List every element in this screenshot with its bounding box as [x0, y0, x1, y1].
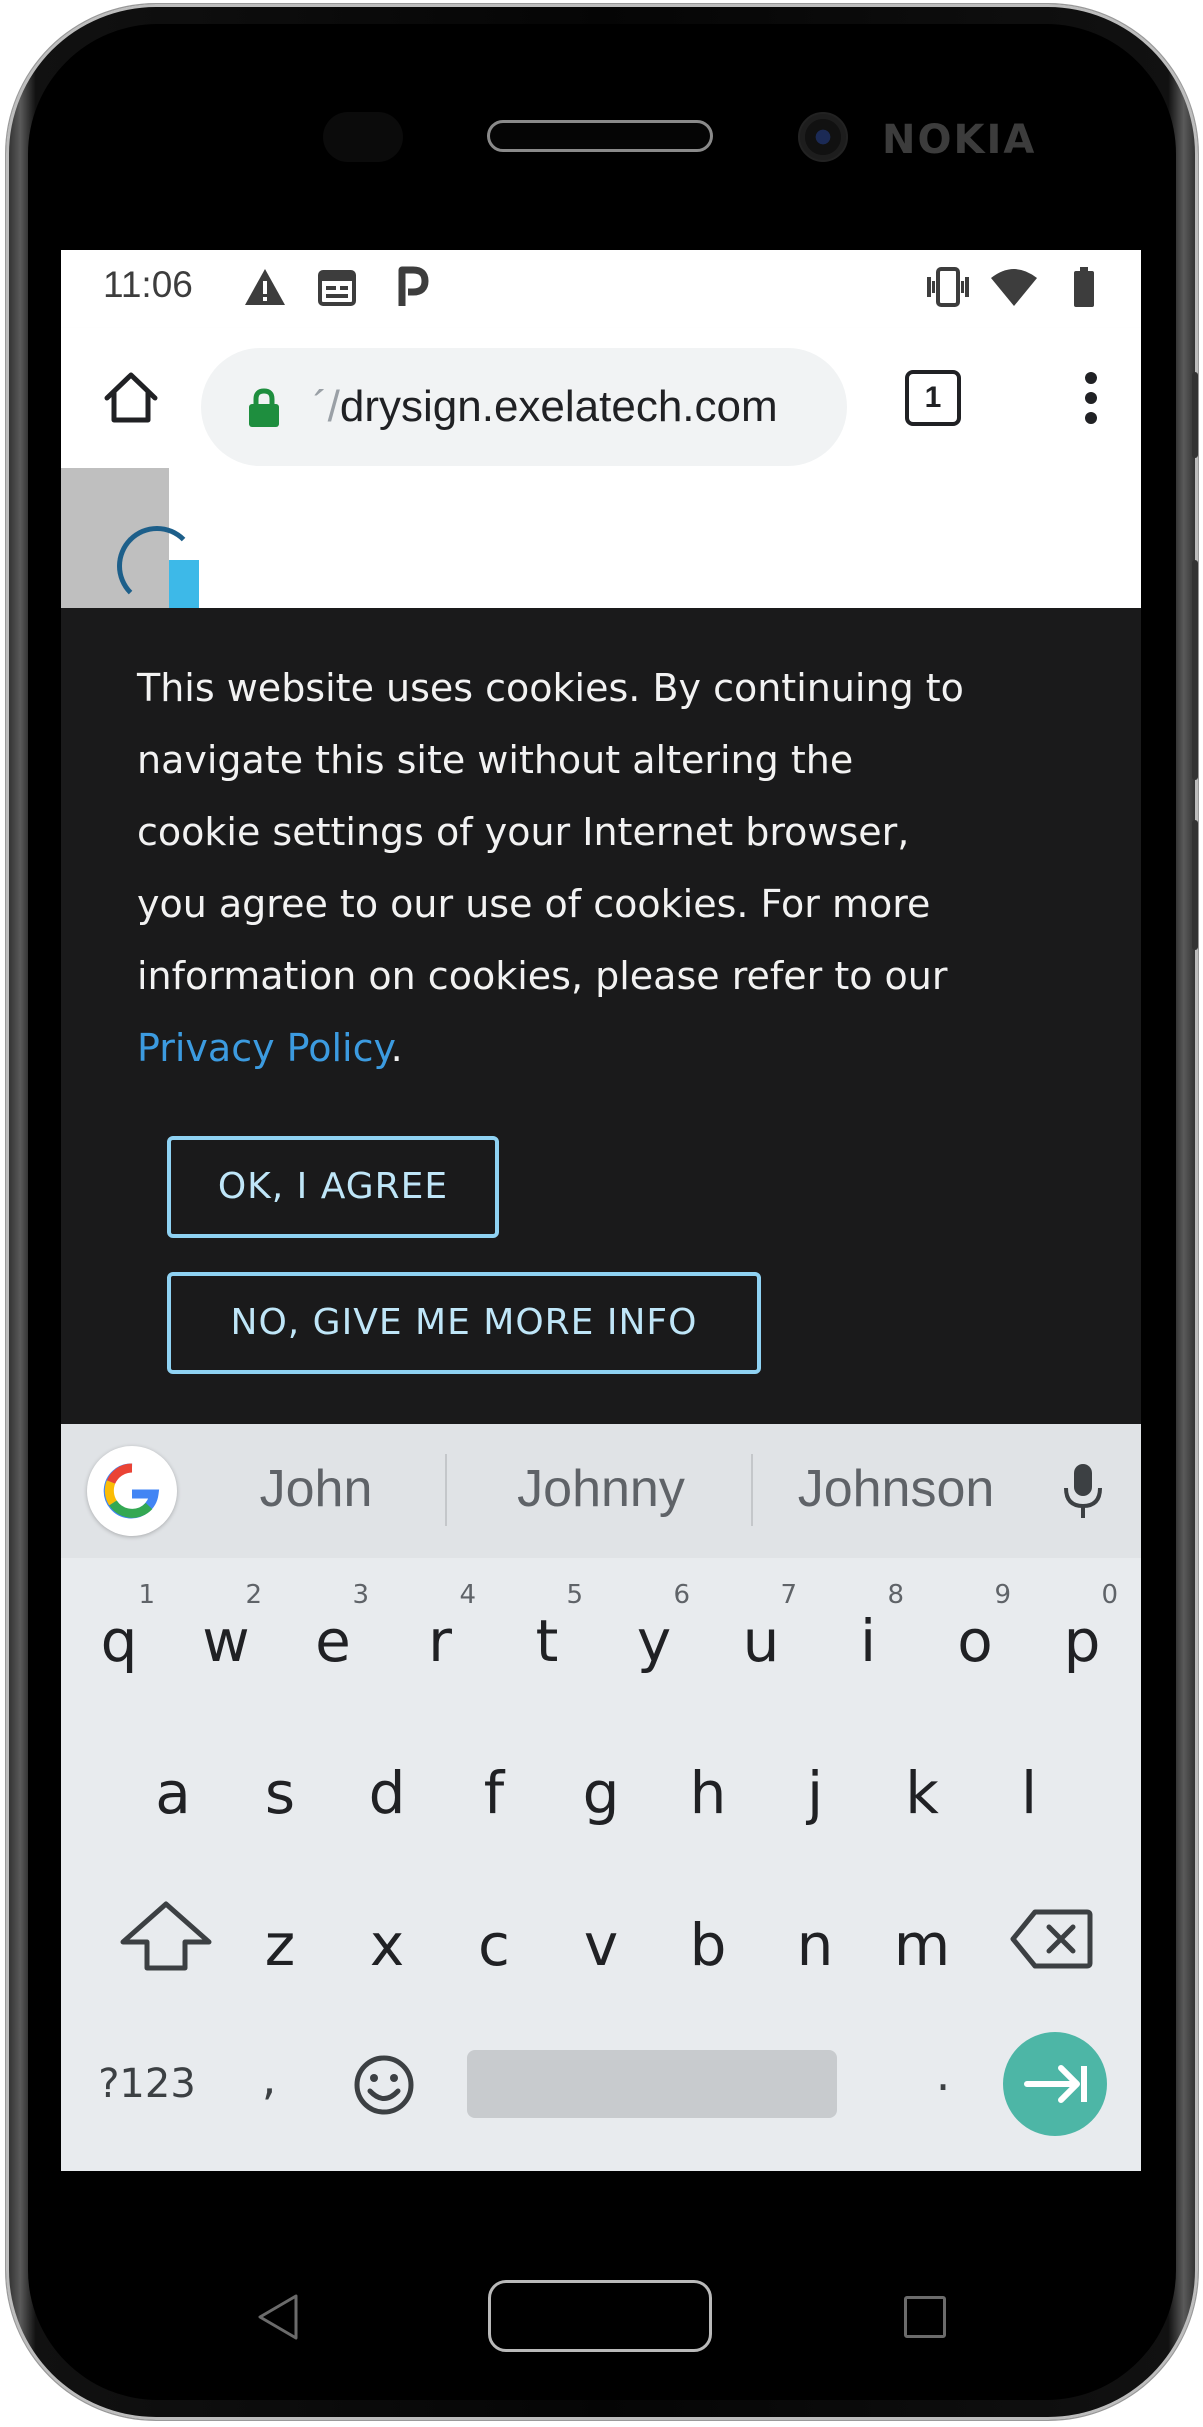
- google-icon[interactable]: [87, 1446, 177, 1536]
- cookie-line: you agree to our use of cookies. For mor…: [137, 882, 931, 926]
- next-field-icon: [1024, 2065, 1087, 2103]
- tab-switcher-button[interactable]: 1: [905, 370, 961, 426]
- backspace-icon[interactable]: [1009, 1908, 1093, 1970]
- key[interactable]: d: [337, 1726, 437, 1856]
- home-icon[interactable]: [101, 368, 161, 428]
- key[interactable]: z: [230, 1878, 330, 2008]
- url-host: drysign.exelatech.com: [339, 382, 778, 431]
- cookie-banner: This website uses cookies. By continuing…: [61, 608, 1141, 1424]
- calendar-icon: [318, 270, 356, 306]
- wifi-icon: [991, 269, 1037, 306]
- home-button[interactable]: [488, 2280, 712, 2352]
- parking-icon: [398, 266, 429, 306]
- key[interactable]: b: [658, 1878, 758, 2008]
- cookie-period: .: [390, 1026, 403, 1070]
- key[interactable]: p0: [1032, 1574, 1132, 1704]
- cookie-line: navigate this site without altering the: [137, 738, 854, 782]
- browser-toolbar: ´/drysign.exelatech.com 1: [61, 328, 1141, 468]
- recent-apps-icon[interactable]: [904, 2296, 946, 2338]
- soft-keyboard: John Johnny Johnson q1 w2 e3 r4 t5 y6 u7…: [61, 1424, 1141, 2171]
- status-time: 11:06: [103, 264, 193, 305]
- shift-icon[interactable]: [111, 1898, 221, 1974]
- key[interactable]: t5: [497, 1574, 597, 1704]
- cookie-line: information on cookies, please refer to …: [137, 954, 948, 998]
- suggestion-3[interactable]: Johnson: [761, 1454, 1031, 1524]
- key[interactable]: u7: [711, 1574, 811, 1704]
- warning-icon: [245, 269, 285, 305]
- suggestion-strip: John Johnny Johnson: [61, 1424, 1141, 1558]
- microphone-icon[interactable]: [1061, 1462, 1105, 1522]
- url-text[interactable]: ´/drysign.exelatech.com: [313, 381, 833, 433]
- key[interactable]: k: [872, 1726, 972, 1856]
- key[interactable]: j: [765, 1726, 865, 1856]
- key[interactable]: l: [979, 1726, 1079, 1856]
- battery-icon: [1074, 267, 1094, 307]
- spacebar[interactable]: [467, 2050, 837, 2118]
- key[interactable]: i8: [818, 1574, 918, 1704]
- key[interactable]: s: [230, 1726, 330, 1856]
- agree-button[interactable]: OK, I AGREE: [167, 1136, 499, 1238]
- back-icon[interactable]: [256, 2292, 300, 2342]
- key[interactable]: y6: [604, 1574, 704, 1704]
- emoji-icon[interactable]: [353, 2054, 415, 2116]
- key[interactable]: o9: [925, 1574, 1025, 1704]
- key[interactable]: w2: [176, 1574, 276, 1704]
- cookie-line: cookie settings of your Internet browser…: [137, 810, 910, 854]
- suggestion-divider: [751, 1454, 753, 1526]
- suggestion-1[interactable]: John: [211, 1454, 421, 1524]
- key[interactable]: v: [551, 1878, 651, 2008]
- lock-icon: [249, 388, 279, 427]
- enter-key[interactable]: [1003, 2032, 1107, 2136]
- period-key[interactable]: .: [921, 2042, 965, 2106]
- side-button: [1192, 372, 1198, 458]
- key[interactable]: g: [551, 1726, 651, 1856]
- power-button: [1192, 820, 1198, 950]
- page-accent-block: [169, 560, 199, 608]
- address-bar[interactable]: ´/drysign.exelatech.com: [201, 348, 847, 466]
- brand-logo: NOKIA: [882, 117, 1037, 163]
- key[interactable]: m: [872, 1878, 972, 2008]
- key[interactable]: f: [444, 1726, 544, 1856]
- cookie-message: This website uses cookies. By continuing…: [137, 652, 1097, 1084]
- suggestion-2[interactable]: Johnny: [461, 1454, 741, 1524]
- more-options-icon[interactable]: [1061, 366, 1121, 430]
- cookie-line: This website uses cookies. By continuing…: [137, 666, 964, 710]
- volume-button: [1192, 560, 1198, 780]
- page-content: [61, 468, 1141, 608]
- more-info-button[interactable]: NO, GIVE ME MORE INFO: [167, 1272, 761, 1374]
- key[interactable]: n: [765, 1878, 865, 2008]
- key[interactable]: x: [337, 1878, 437, 2008]
- key[interactable]: e3: [283, 1574, 383, 1704]
- key[interactable]: q1: [69, 1574, 169, 1704]
- key[interactable]: c: [444, 1878, 544, 2008]
- cookie-line: Privacy Policy.: [137, 1012, 1097, 1084]
- earpiece-speaker: [487, 120, 713, 152]
- status-bar: 11:06: [61, 250, 1141, 328]
- front-camera: [798, 112, 848, 162]
- comma-key[interactable]: ,: [239, 2046, 299, 2110]
- key[interactable]: r4: [390, 1574, 490, 1704]
- suggestion-divider: [445, 1454, 447, 1526]
- vibrate-icon: [927, 267, 969, 307]
- proximity-sensor: [323, 112, 403, 162]
- privacy-policy-link[interactable]: Privacy Policy: [137, 1026, 391, 1070]
- key[interactable]: a: [123, 1726, 223, 1856]
- key[interactable]: h: [658, 1726, 758, 1856]
- screen: 11:06 ´/drysign.exelatech.com 1 This web…: [61, 250, 1141, 2171]
- tab-count: 1: [905, 370, 961, 426]
- symbols-key[interactable]: ?123: [87, 2052, 207, 2116]
- url-scheme: ´/: [313, 382, 340, 431]
